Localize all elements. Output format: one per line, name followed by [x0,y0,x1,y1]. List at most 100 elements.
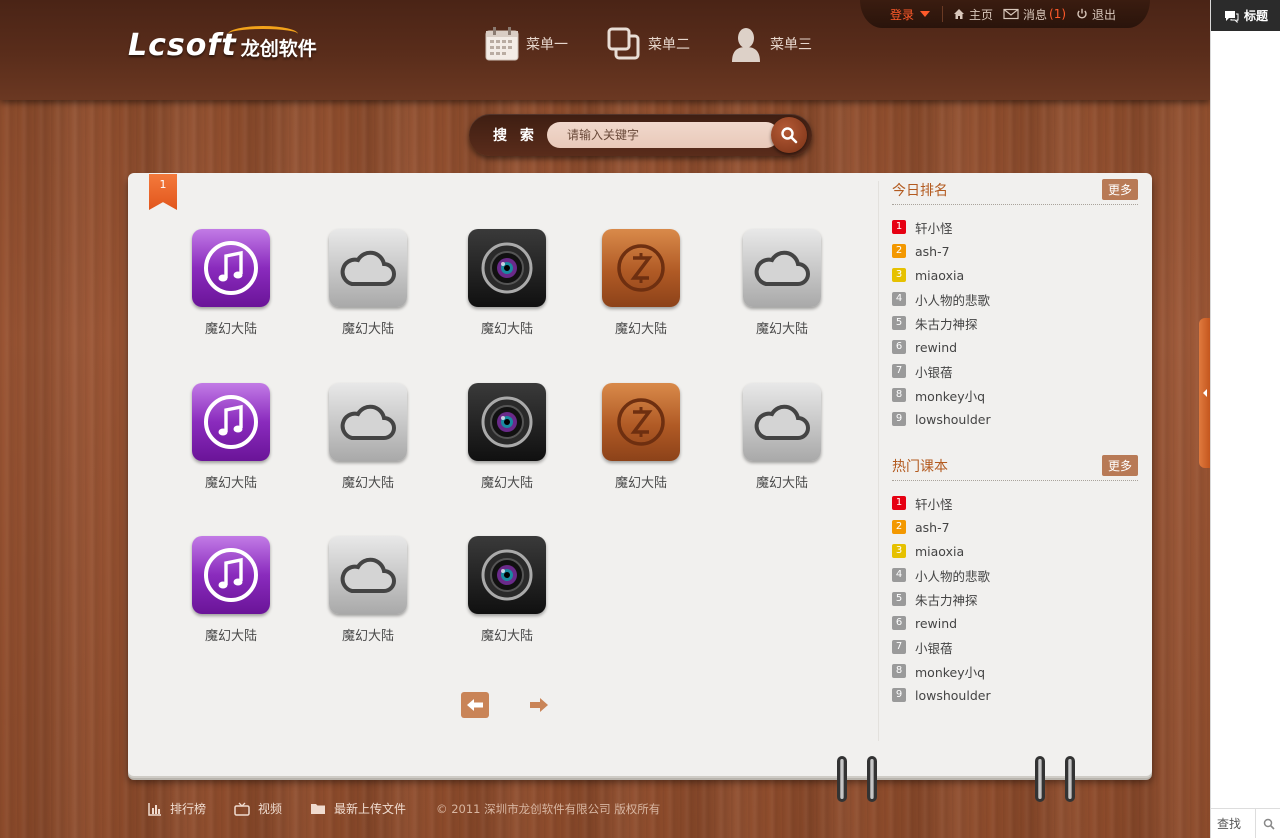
prev-page-button[interactable] [461,692,489,718]
app-tile[interactable]: 魔幻大陆 [727,229,837,337]
mail-icon [1003,8,1019,20]
app-tile[interactable]: 魔幻大陆 [727,383,837,491]
sidebar-search-button[interactable] [1255,808,1280,838]
login-dropdown[interactable]: 登录 [890,6,931,23]
rank-number: 2 [892,244,906,258]
list-item[interactable]: 1 轩小怪 [892,215,1138,239]
collapse-tab[interactable] [1199,318,1210,468]
search-input[interactable] [547,122,779,148]
page-ribbon: 1 [149,174,177,210]
rank-number: 9 [892,412,906,426]
app-tile[interactable]: 魔幻大陆 [176,536,286,644]
app-tile[interactable]: 魔幻大陆 [313,536,423,644]
app-label: 魔幻大陆 [755,476,808,491]
cloud-icon [329,383,407,461]
app-tile[interactable]: 魔幻大陆 [313,383,423,491]
footer-link-uploads[interactable]: 最新上传文件 [310,800,406,817]
zcoin-icon [602,229,680,307]
cloud-icon [329,229,407,307]
rank-number: 1 [892,496,906,510]
menu-item-1[interactable]: 菜单一 [484,26,568,62]
arrow-left-icon [467,699,483,711]
right-sidebar: 标题 查找 [1210,0,1280,838]
more-button[interactable]: 更多 [1101,179,1138,200]
camera-icon [468,229,546,307]
binder-ring [837,756,847,802]
footer-link-label: 排行榜 [170,802,207,816]
list-item[interactable]: 3 miaoxia [892,263,1138,287]
list-item[interactable]: 4 小人物的悲歌 [892,287,1138,311]
app-label: 魔幻大陆 [341,629,394,644]
footer-link-video[interactable]: 视频 [234,800,282,817]
rank-number: 7 [892,364,906,378]
app-label: 魔幻大陆 [341,476,394,491]
binder-ring [1065,756,1075,802]
home-link[interactable]: 主页 [953,6,993,23]
next-page-button[interactable] [529,697,549,713]
menu-item-3[interactable]: 菜单三 [728,26,812,62]
list-item[interactable]: 7 小银蓓 [892,359,1138,383]
top-bar: 登录 主页 消息 (1) 退出 [860,0,1150,28]
list-item[interactable]: 7 小银蓓 [892,635,1138,659]
footer-link-ranking[interactable]: 排行榜 [148,800,206,817]
more-button[interactable]: 更多 [1101,455,1138,476]
rank-number: 2 [892,520,906,534]
cloud-icon [743,383,821,461]
messages-link[interactable]: 消息 (1) [1003,6,1066,23]
app-tile[interactable]: 魔幻大陆 [586,229,696,337]
app-tile[interactable]: 魔幻大陆 [452,383,562,491]
rank-name: ash-7 [915,519,950,535]
app-tile[interactable]: 魔幻大陆 [313,229,423,337]
footer-link-label: 视频 [258,802,283,816]
rank-name: rewind [915,615,958,631]
binder-ring [867,756,877,802]
list-item[interactable]: 9 lowshoulder [892,407,1138,431]
list-item[interactable]: 8 monkey小q [892,659,1138,683]
rank-name: 小银蓓 [915,364,953,380]
menu-item-label: 菜单一 [526,37,568,53]
app-tile[interactable]: 魔幻大陆 [176,383,286,491]
list-item[interactable]: 9 lowshoulder [892,683,1138,707]
sidebar-title-button[interactable]: 标题 [1211,0,1280,31]
rank-number: 5 [892,316,906,330]
list-item[interactable]: 1 轩小怪 [892,491,1138,515]
header: Lcsoft 龙创软件 菜单一 菜单二 菜单三 登录 主页 消息 (1) 退出 [0,0,1210,100]
logo-mark: Lcsoft [128,28,237,63]
list-item[interactable]: 5 朱古力神探 [892,587,1138,611]
rank-number: 4 [892,292,906,306]
rank-name: rewind [915,339,958,355]
list-item[interactable]: 2 ash-7 [892,239,1138,263]
windows-icon [607,27,640,60]
arrow-right-icon [530,698,548,712]
list-item[interactable]: 6 rewind [892,611,1138,635]
rank-name: lowshoulder [915,687,991,703]
list-item[interactable]: 4 小人物的悲歌 [892,563,1138,587]
app-tile[interactable]: 魔幻大陆 [452,229,562,337]
list-item[interactable]: 8 monkey小q [892,383,1138,407]
rank-name: ash-7 [915,243,950,259]
search-button[interactable] [771,117,807,153]
rank-name: 小银蓓 [915,640,953,656]
logout-link[interactable]: 退出 [1076,6,1116,23]
sidebar-search-input[interactable]: 查找 [1211,815,1255,832]
sidebar-search: 查找 [1211,808,1280,838]
rank-number: 5 [892,592,906,606]
list-item[interactable]: 2 ash-7 [892,515,1138,539]
app-tile[interactable]: 魔幻大陆 [176,229,286,337]
app-tile[interactable]: 魔幻大陆 [586,383,696,491]
app-tile[interactable]: 魔幻大陆 [452,536,562,644]
rank-number: 3 [892,268,906,282]
list-item[interactable]: 3 miaoxia [892,539,1138,563]
list-item[interactable]: 5 朱古力神探 [892,311,1138,335]
content-panel: 1 魔幻大陆 魔幻大陆 魔幻大陆 魔幻大陆 魔幻大陆 魔幻大陆 魔幻大陆 魔幻大陆 魔幻大陆 魔幻… [128,173,1152,776]
rank-name: 轩小怪 [915,496,953,512]
search-label: 搜 索 [493,128,538,144]
rank-name: 小人物的悲歌 [915,292,991,308]
list-item[interactable]: 6 rewind [892,335,1138,359]
logo[interactable]: Lcsoft 龙创软件 [128,26,317,68]
app-label: 魔幻大陆 [614,322,667,337]
app-label: 魔幻大陆 [204,322,257,337]
search-icon [781,127,798,144]
menu-item-2[interactable]: 菜单二 [606,26,690,62]
app-label: 魔幻大陆 [480,322,533,337]
